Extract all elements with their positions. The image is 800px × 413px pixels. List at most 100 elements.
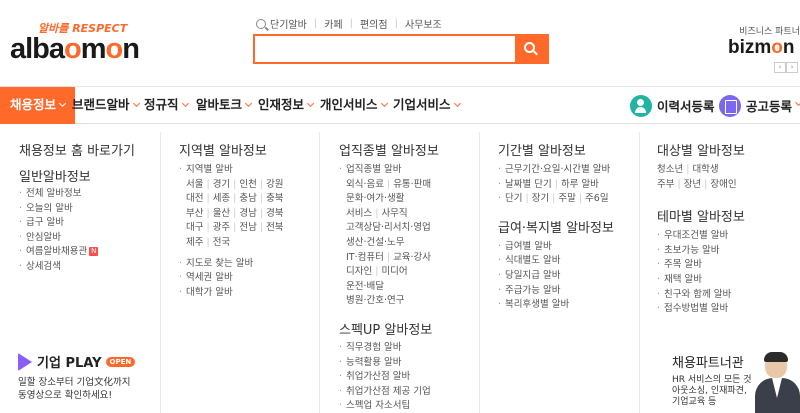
chip[interactable]: 하루 알바 (561, 179, 599, 190)
chip[interactable]: 장애인 (710, 179, 736, 190)
chip[interactable]: 경남 (239, 208, 256, 219)
search-button[interactable] (515, 36, 547, 62)
chip[interactable]: 단기 (505, 193, 522, 204)
chip[interactable]: 대학생 (692, 164, 718, 175)
resume-register-button[interactable]: 이력서등록 (630, 87, 715, 124)
menu-link[interactable]: 지도로 찾는 알바 (179, 257, 319, 272)
chip[interactable]: 장기 (532, 193, 549, 204)
menu-link-summer[interactable]: 여름알바채용관N (19, 245, 159, 260)
nav-item-talk[interactable]: 알바토크 (196, 87, 253, 124)
menu-link[interactable]: 업직종별 알바 (339, 163, 457, 178)
bizmon-logo[interactable]: 비즈니스 파트너 bizmon (728, 24, 800, 64)
divider: | (233, 193, 237, 205)
chip-row: 서울 | 경기 | 인천 | 강원 (186, 178, 319, 193)
menu-link[interactable]: 오늘의 알바 (19, 202, 159, 217)
chip[interactable]: 장년 (684, 179, 701, 190)
chip[interactable]: 고객상담·리서치·영업 (346, 222, 431, 233)
chip[interactable]: 청소년 (657, 164, 683, 175)
chip[interactable]: 광주 (213, 222, 230, 233)
chip[interactable]: 날짜별 단기 (505, 179, 552, 190)
chip[interactable]: 울산 (213, 208, 230, 219)
chip[interactable]: 문화·여가·생활 (346, 193, 404, 204)
menu-link[interactable]: 취업가산점 제공 기업 (339, 385, 457, 400)
chip[interactable]: 경기 (213, 179, 230, 190)
chip[interactable]: 대전 (186, 193, 203, 204)
menu-link[interactable]: 초보가능 알바 (657, 244, 800, 259)
nav-item-talent[interactable]: 인재정보 (258, 87, 315, 124)
menu-link[interactable]: 근무기간·요일·시간별 알바 (498, 163, 638, 178)
chip[interactable]: 디자인 (346, 266, 372, 277)
company-play-banner[interactable]: 기업 PLAY OPEN 일할 장소부터 기업文化까지 동영상으로 확인하세요! (18, 352, 168, 412)
menu-link[interactable]: 상세검색 (19, 260, 159, 275)
chip[interactable]: 병원·간호·연구 (346, 295, 404, 306)
menu-link[interactable]: 급구 알바 (19, 216, 159, 231)
chip[interactable]: 전국 (213, 237, 230, 248)
chip[interactable]: 세종 (213, 193, 230, 204)
chip[interactable]: 경북 (266, 208, 283, 219)
menu-link[interactable]: 우대조건별 알바 (657, 229, 800, 244)
menu-link[interactable]: 식대별도 알바 (498, 254, 638, 269)
chip[interactable]: 미디어 (381, 266, 407, 277)
menu-link[interactable]: 복리후생별 알바 (498, 298, 638, 313)
menu-link[interactable]: 능력활용 알바 (339, 356, 457, 371)
chip[interactable]: 충남 (239, 193, 256, 204)
divider: | (578, 193, 583, 205)
partner-person-image (755, 352, 800, 413)
chip[interactable]: 충북 (266, 193, 283, 204)
keyword-link[interactable]: 단기알바 (270, 16, 307, 31)
menu-link[interactable]: 주급가능 알바 (498, 284, 638, 299)
search-input[interactable] (255, 36, 517, 62)
document-icon (719, 94, 741, 117)
keyword-link[interactable]: 카페 (324, 16, 342, 31)
nav-item-jobs[interactable]: 채용정보 (0, 87, 76, 124)
chip[interactable]: 유통·판매 (393, 179, 431, 190)
chip[interactable]: 강원 (266, 179, 283, 190)
post-register-button[interactable]: 공고등록 (719, 87, 800, 124)
nav-item-personal[interactable]: 개인서비스 (320, 87, 388, 124)
chip[interactable]: 제주 (186, 237, 203, 248)
menu-link[interactable]: 급여별 알바 (498, 240, 638, 255)
nav-item-business[interactable]: 기업서비스 (393, 87, 461, 124)
home-link[interactable]: 채용정보 홈 바로가기 (19, 140, 159, 159)
keyword-link[interactable]: 편의점 (360, 16, 388, 31)
albamon-logo[interactable]: 알바를 RESPECT albaomon (10, 20, 140, 70)
chip[interactable]: 서울 (186, 179, 203, 190)
menu-link[interactable]: 안심알바 (19, 231, 159, 246)
menu-link[interactable]: 전체 알바정보 (19, 187, 159, 202)
chip[interactable]: IT·컴퓨터 (346, 252, 384, 263)
keyword-link[interactable]: 사무보조 (405, 16, 442, 31)
region-extra-links: 지도로 찾는 알바 역세권 알바 대학가 알바 (179, 257, 319, 301)
menu-link[interactable]: 지역별 알바 (179, 163, 319, 178)
menu-link[interactable]: 스펙업 자소서팁 (339, 399, 457, 413)
menu-link[interactable]: 역세권 알바 (179, 271, 319, 286)
section-title: 업직종별 알바정보 (339, 144, 439, 159)
menu-link[interactable]: 접수방법별 알바 (657, 302, 800, 317)
nav-item-fulltime[interactable]: 정규직 (144, 87, 189, 124)
chip[interactable]: 주6일 (585, 193, 609, 204)
chip[interactable]: 사무직 (381, 208, 407, 219)
chip[interactable]: 전남 (239, 222, 256, 233)
chip[interactable]: 대구 (186, 222, 203, 233)
menu-link[interactable]: 주목 알바 (657, 258, 800, 273)
chevron-right-icon[interactable]: › (786, 62, 798, 73)
chip[interactable]: 생산·건설·노무 (346, 237, 404, 248)
chip[interactable]: 운전·배달 (346, 281, 384, 292)
menu-link[interactable]: 직무경험 알바 (339, 341, 457, 356)
chip[interactable]: 주부 (657, 179, 674, 190)
menu-link[interactable]: 재택 알바 (657, 273, 800, 288)
chip[interactable]: 인천 (239, 179, 256, 190)
menu-link[interactable]: 대학가 알바 (179, 286, 319, 301)
chip[interactable]: 전북 (266, 222, 283, 233)
chip[interactable]: 주말 (558, 193, 575, 204)
chip-row: 대구 | 광주 | 전남 | 전북 (186, 221, 319, 236)
chip[interactable]: 서비스 (346, 208, 372, 219)
menu-link[interactable]: 친구와 함께 알바 (657, 288, 800, 303)
nav-item-brand[interactable]: 브랜드알바 (72, 87, 140, 124)
chip[interactable]: 부산 (186, 208, 203, 219)
chip[interactable]: 교육·강사 (393, 252, 431, 263)
menu-link[interactable]: 취업가산점 알바 (339, 370, 457, 385)
menu-link[interactable]: 당일지급 알바 (498, 269, 638, 284)
chevron-left-icon[interactable]: ‹ (774, 62, 786, 73)
column-divider (639, 132, 640, 413)
chip[interactable]: 외식·음료 (346, 179, 384, 190)
